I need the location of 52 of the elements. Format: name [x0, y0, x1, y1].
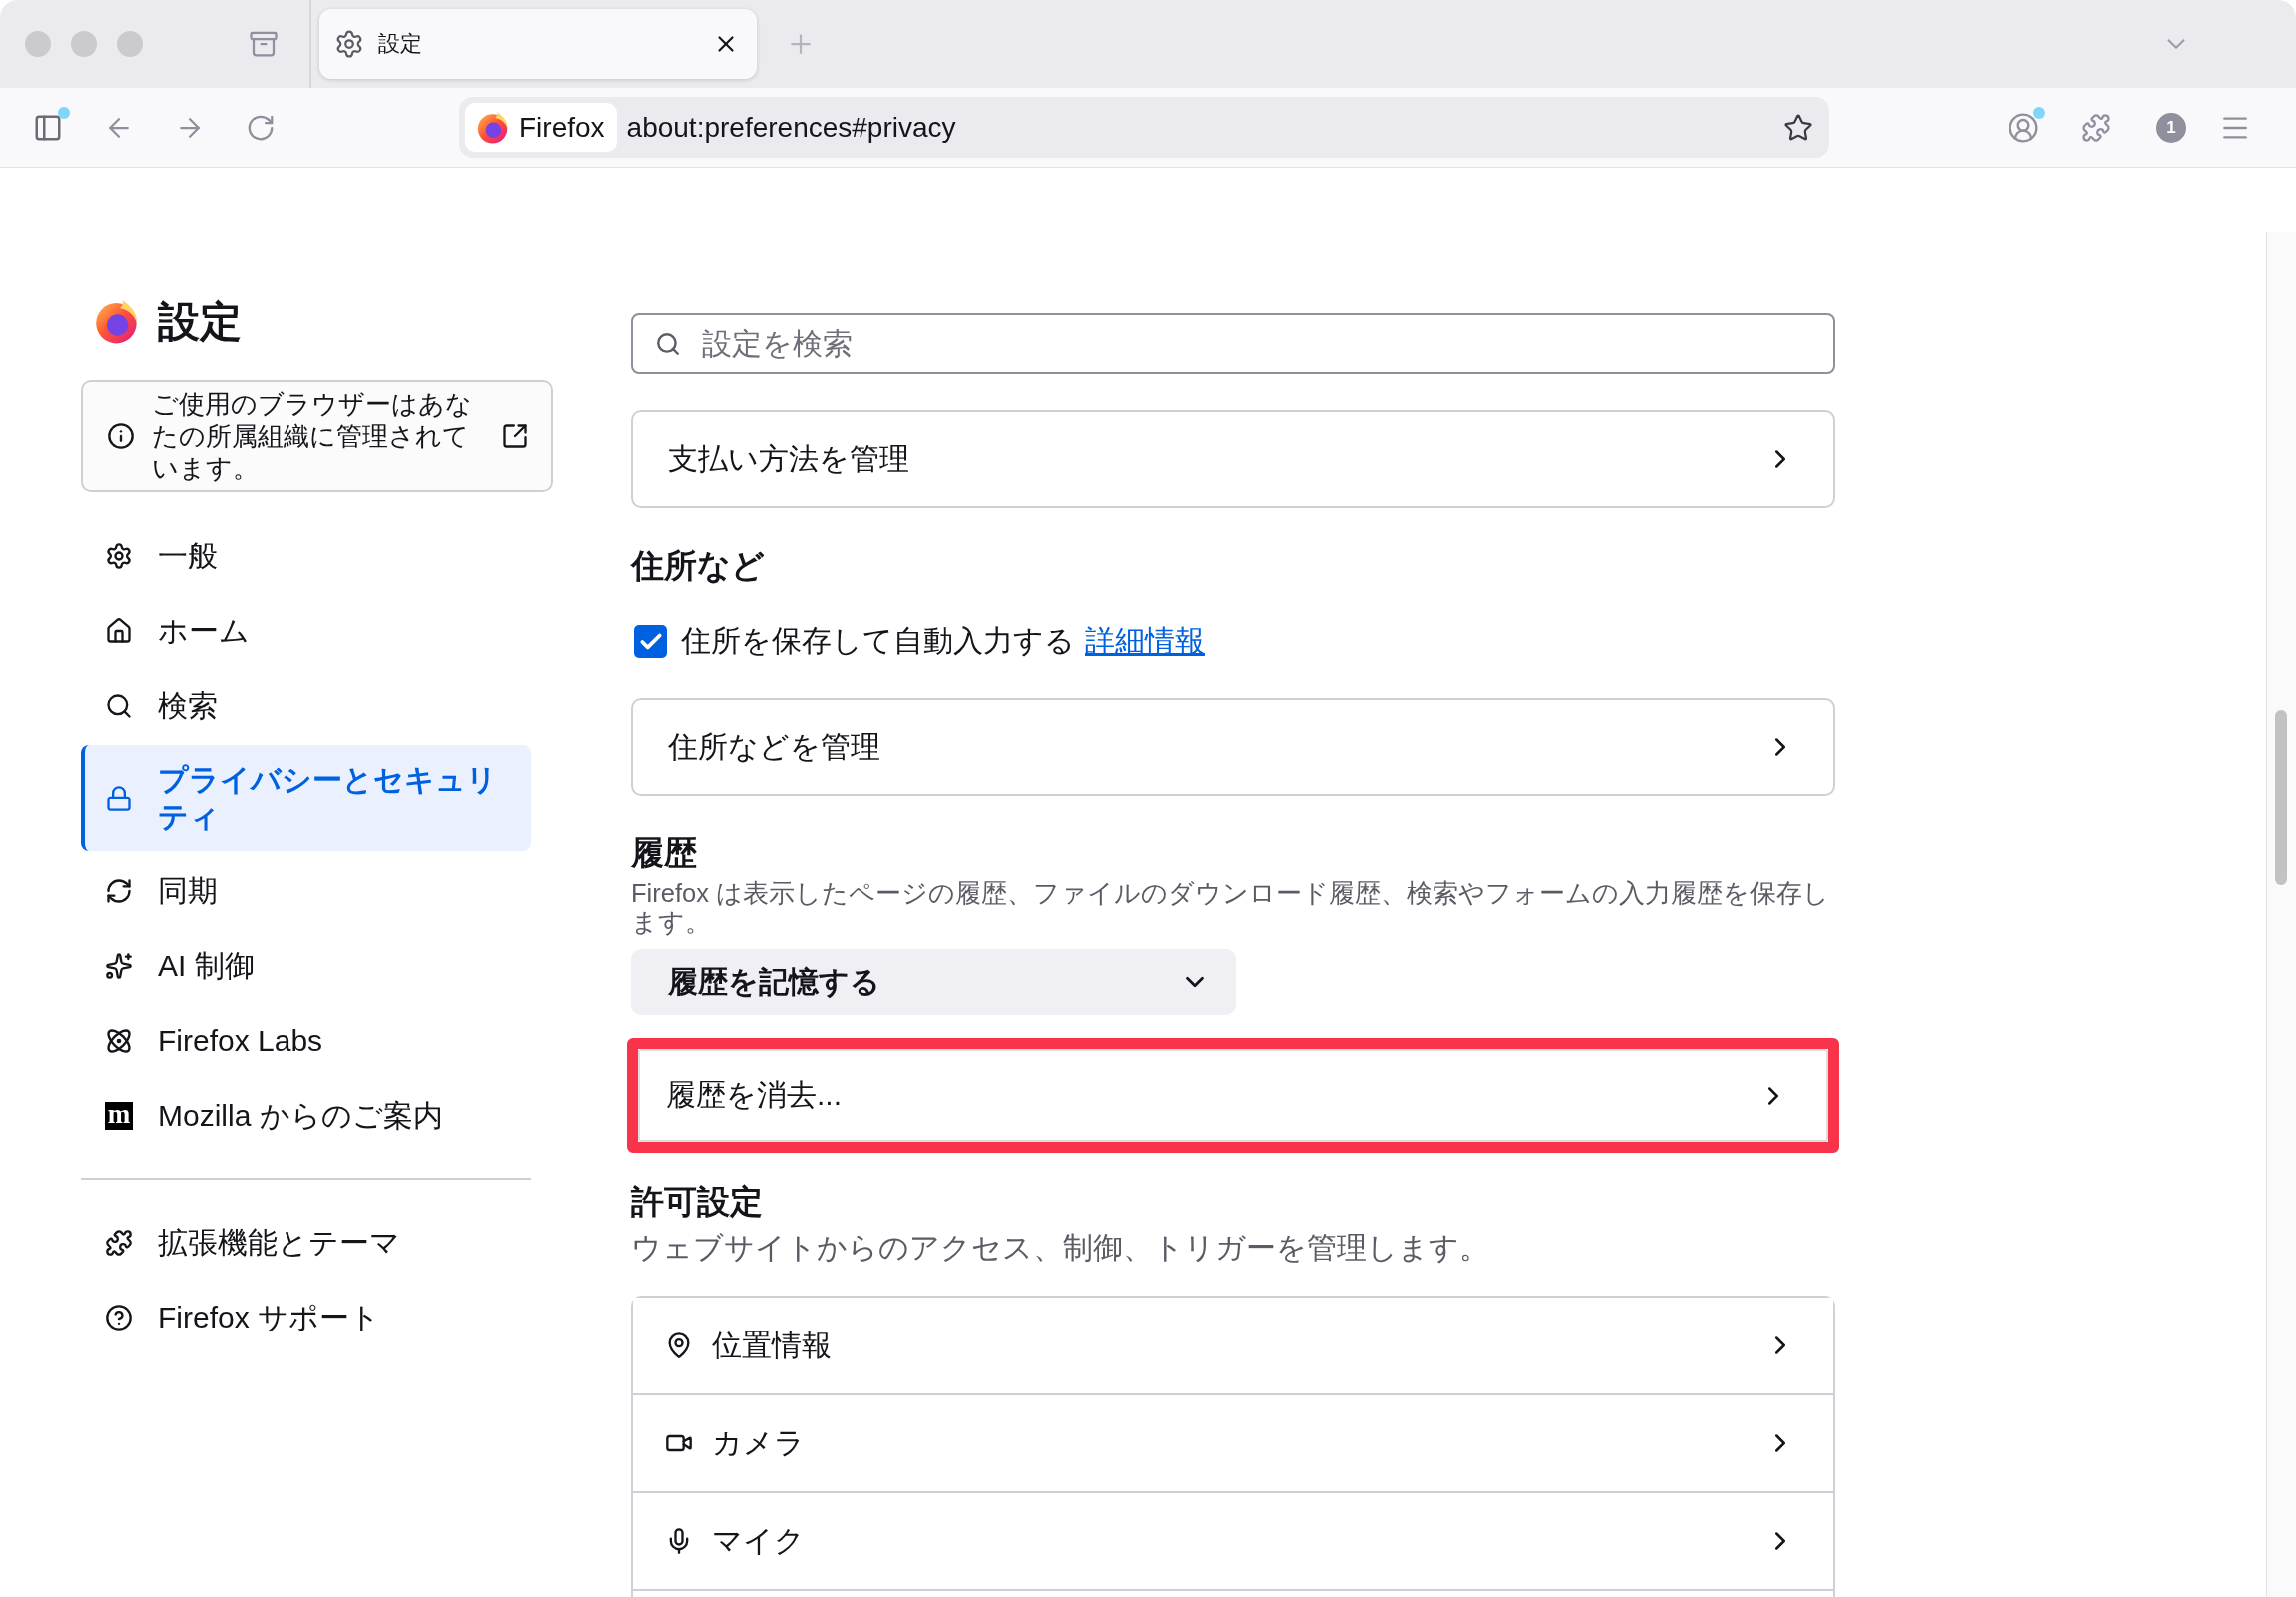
- sidebar-item[interactable]: プライバシーとセキュリティ: [81, 745, 531, 851]
- user-circle-icon: [2008, 111, 2039, 144]
- sidebar-item[interactable]: 一般: [81, 520, 531, 591]
- home-icon: [105, 616, 133, 645]
- info-icon: [107, 422, 135, 450]
- browser-tab[interactable]: 設定: [319, 9, 757, 79]
- settings-card-button[interactable]: 住所などを管理: [631, 698, 1835, 796]
- puzzle-piece-icon: [2081, 112, 2111, 143]
- sidebar-item[interactable]: Firefox サポート: [81, 1282, 531, 1352]
- settings-card-button[interactable]: 履歴を消去...: [638, 1049, 1828, 1142]
- identity-button[interactable]: Firefox: [465, 103, 617, 152]
- learn-more-link[interactable]: 詳細情報: [1085, 624, 1205, 657]
- section-description: ウェブサイトからのアクセス、制御、トリガーを管理します。: [631, 1230, 1489, 1265]
- checkbox[interactable]: [634, 625, 667, 658]
- letter-logo-icon: m: [105, 1101, 133, 1130]
- checkbox-label: 住所を保存して自動入力する 詳細情報: [681, 623, 1205, 659]
- permission-row[interactable]: 位置情報: [633, 1298, 1833, 1395]
- gear-icon: [334, 29, 364, 59]
- settings-card-button[interactable]: 支払い方法を管理: [631, 410, 1835, 508]
- sync-arrows-icon: [105, 876, 133, 905]
- address-bar[interactable]: Firefox about:preferences#privacy: [459, 97, 1829, 158]
- logo-icon: [95, 300, 139, 344]
- search-icon: [655, 331, 681, 357]
- section-note: Firefox は表示したページの履歴、ファイルのダウンロード履歴、検索やフォームの入力履歴を保存します。: [631, 879, 1831, 937]
- scrollbar-thumb[interactable]: [2275, 710, 2287, 885]
- logo-icon: [477, 111, 509, 144]
- dropdown[interactable]: 履歴を記憶する: [631, 949, 1236, 1015]
- atom-icon: [105, 1026, 133, 1055]
- search-field[interactable]: 設定を検索: [631, 313, 1835, 374]
- sidebar-item[interactable]: 検索: [81, 670, 531, 741]
- gear-icon: [105, 541, 133, 570]
- section-heading: 履歴: [631, 833, 697, 873]
- star-icon[interactable]: [1783, 112, 1813, 143]
- sidebar-item[interactable]: m Mozilla からのご案内: [81, 1080, 531, 1151]
- external-link-icon[interactable]: [501, 422, 529, 450]
- puzzle-piece-icon: [105, 1228, 133, 1257]
- sidebar-item[interactable]: 拡張機能とテーマ: [81, 1207, 531, 1278]
- lock-icon: [105, 784, 133, 812]
- section-heading: 住所など: [631, 546, 765, 586]
- sparkles-icon: [105, 951, 133, 980]
- help-icon: [105, 1303, 133, 1331]
- sidebar-item[interactable]: AI 制御: [81, 930, 531, 1001]
- archive-box-icon: [249, 29, 279, 59]
- notice-text: ご使用のブラウザーはあなたの所属組織に管理されています。: [152, 388, 473, 484]
- page-title: 設定: [158, 297, 242, 347]
- sidebar-item[interactable]: Firefox Labs: [81, 1005, 531, 1076]
- url-text: about:preferences#privacy: [626, 111, 956, 144]
- sidebar-item[interactable]: ホーム: [81, 595, 531, 666]
- search-icon: [105, 691, 133, 720]
- scrollbar-track[interactable]: [2266, 232, 2296, 1597]
- sidebar-item[interactable]: 同期: [81, 855, 531, 926]
- section-heading: 許可設定: [631, 1182, 763, 1222]
